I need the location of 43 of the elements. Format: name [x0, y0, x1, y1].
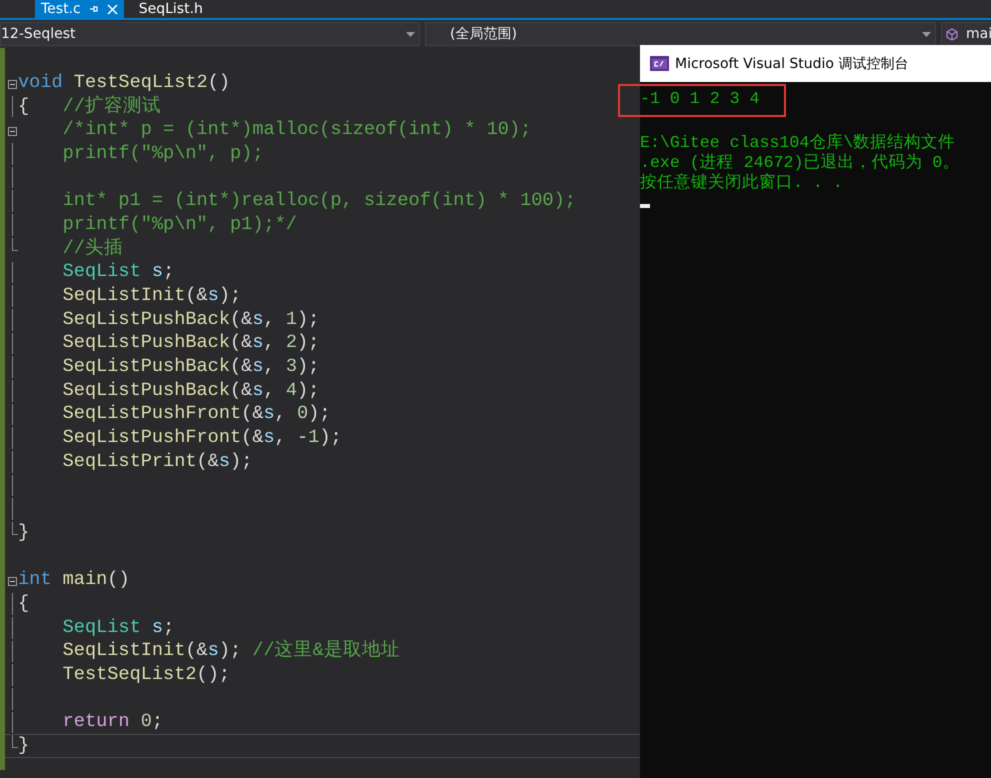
code-line: }: [18, 735, 30, 758]
file-tab[interactable]: SeqList.h: [132, 0, 209, 18]
code-line: SeqListPushFront(&s, 0);: [62, 403, 330, 426]
code-line: printf("%p\n", p1);*/: [62, 214, 297, 236]
code-line: int main(): [18, 569, 130, 592]
code-line: { //扩容测试: [18, 96, 161, 118]
code-line: int* p1 = (int*)realloc(p, sizeof(int) * 100);: [62, 190, 576, 212]
collapse-icon[interactable]: [8, 80, 17, 89]
code-line: SeqListPushBack(&s, 4);: [62, 380, 320, 402]
code-line: return 0;: [62, 711, 164, 734]
code-line: //头插: [62, 238, 123, 260]
code-line: SeqListInit(&s);: [62, 285, 242, 308]
code-line: /*int* p = (int*)malloc(sizeof(int) * 10);: [62, 119, 532, 142]
collapse-icon[interactable]: [8, 577, 17, 586]
text-cursor: [640, 204, 650, 208]
code-line: SeqListPushFront(&s, -1);: [62, 427, 342, 450]
console-line: 按任意键关闭此窗口. . .: [640, 173, 843, 193]
pin-icon[interactable]: [88, 4, 99, 14]
code-line: SeqListPrint(&s);: [62, 450, 252, 473]
caret-icon: [922, 32, 931, 36]
code-line: printf("%p\n", p);: [62, 142, 264, 165]
console-line: E:\Gitee class104仓库\数据结构文件: [640, 133, 956, 153]
console-app-icon: [650, 56, 669, 71]
close-icon[interactable]: [106, 4, 118, 14]
collapse-icon[interactable]: [8, 127, 17, 136]
member-dropdown[interactable]: mai: [941, 22, 991, 46]
code-line: TestSeqList2();: [62, 664, 230, 686]
code-line: SeqList s;: [62, 261, 174, 284]
file-tab[interactable]: Test.c: [35, 0, 124, 18]
scope-dropdown[interactable]: (全局范围): [425, 22, 936, 46]
code-line: {: [18, 592, 30, 615]
cube-icon: [946, 28, 958, 40]
caret-icon: [406, 32, 415, 36]
code-line: SeqListInit(&s); //这里&是取地址: [62, 640, 400, 662]
code-line: }: [18, 522, 30, 544]
code-line: void TestSeqList2(): [18, 72, 230, 94]
project-dropdown[interactable]: 12-Seqlest: [0, 22, 420, 46]
code-line: SeqListPushBack(&s, 3);: [62, 356, 320, 378]
code-line: SeqListPushBack(&s, 2);: [62, 332, 320, 354]
code-line: SeqList s;: [62, 616, 174, 639]
console-line: .exe (进程 24672)已退出，代码为 0。: [640, 153, 960, 173]
console-title: Microsoft Visual Studio 调试控制台: [675, 54, 908, 72]
code-line: SeqListPushBack(&s, 1);: [62, 308, 320, 331]
